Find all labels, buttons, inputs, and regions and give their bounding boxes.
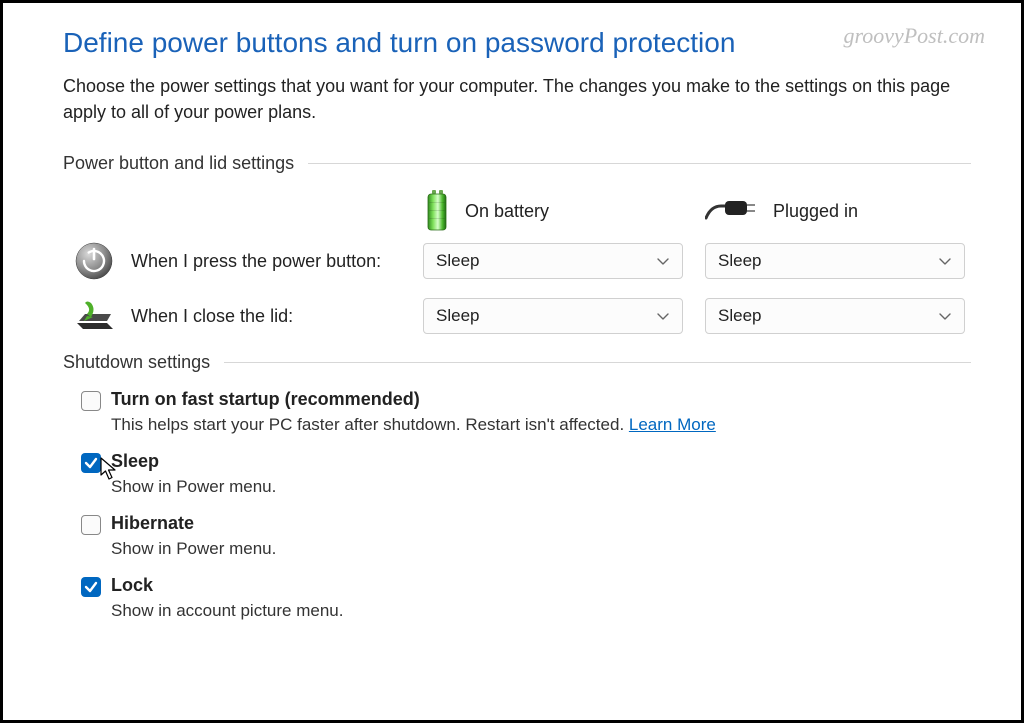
row-close-lid: When I close the lid: Sleep Sleep bbox=[63, 298, 971, 334]
close-lid-row-label: When I close the lid: bbox=[131, 306, 293, 327]
on-battery-label: On battery bbox=[465, 201, 549, 222]
section1-heading: Power button and lid settings bbox=[63, 153, 294, 174]
learn-more-link[interactable]: Learn More bbox=[629, 415, 716, 434]
section2-heading: Shutdown settings bbox=[63, 352, 210, 373]
close-lid-plugged-select[interactable]: Sleep bbox=[705, 298, 965, 334]
plug-icon bbox=[705, 198, 759, 224]
power-button-row-label: When I press the power button: bbox=[131, 251, 381, 272]
sleep-desc: Show in Power menu. bbox=[111, 477, 971, 497]
lock-title: Lock bbox=[111, 575, 153, 596]
sleep-title: Sleep bbox=[111, 451, 159, 472]
page-title: Define power buttons and turn on passwor… bbox=[63, 27, 971, 59]
power-button-battery-select[interactable]: Sleep bbox=[423, 243, 683, 279]
chevron-down-icon bbox=[938, 309, 952, 323]
hibernate-title: Hibernate bbox=[111, 513, 194, 534]
power-button-battery-value: Sleep bbox=[436, 251, 479, 271]
close-lid-icon bbox=[73, 299, 115, 333]
close-lid-battery-select[interactable]: Sleep bbox=[423, 298, 683, 334]
power-button-icon bbox=[73, 242, 115, 280]
sleep-checkbox[interactable] bbox=[81, 453, 101, 473]
lock-checkbox[interactable] bbox=[81, 577, 101, 597]
check-icon bbox=[84, 456, 98, 470]
section-power-button-lid: Power button and lid settings bbox=[63, 153, 971, 174]
intro-text: Choose the power settings that you want … bbox=[63, 73, 971, 125]
hibernate-desc: Show in Power menu. bbox=[111, 539, 971, 559]
power-button-plugged-value: Sleep bbox=[718, 251, 761, 271]
fast-startup-title: Turn on fast startup (recommended) bbox=[111, 389, 420, 410]
fast-startup-checkbox[interactable] bbox=[81, 391, 101, 411]
section-shutdown-settings: Shutdown settings bbox=[63, 352, 971, 373]
hibernate-checkbox[interactable] bbox=[81, 515, 101, 535]
plugged-in-label: Plugged in bbox=[773, 201, 858, 222]
lock-desc: Show in account picture menu. bbox=[111, 601, 971, 621]
divider bbox=[224, 362, 971, 363]
column-header-plugged-in: Plugged in bbox=[705, 198, 971, 224]
divider bbox=[308, 163, 971, 164]
row-power-button: When I press the power button: Sleep Sle… bbox=[63, 242, 971, 280]
column-header-on-battery: On battery bbox=[423, 190, 705, 232]
chevron-down-icon bbox=[656, 254, 670, 268]
chevron-down-icon bbox=[938, 254, 952, 268]
close-lid-plugged-value: Sleep bbox=[718, 306, 761, 326]
close-lid-battery-value: Sleep bbox=[436, 306, 479, 326]
fast-startup-desc: This helps start your PC faster after sh… bbox=[111, 415, 971, 435]
chevron-down-icon bbox=[656, 309, 670, 323]
battery-icon bbox=[423, 190, 451, 232]
check-icon bbox=[84, 580, 98, 594]
power-button-plugged-select[interactable]: Sleep bbox=[705, 243, 965, 279]
